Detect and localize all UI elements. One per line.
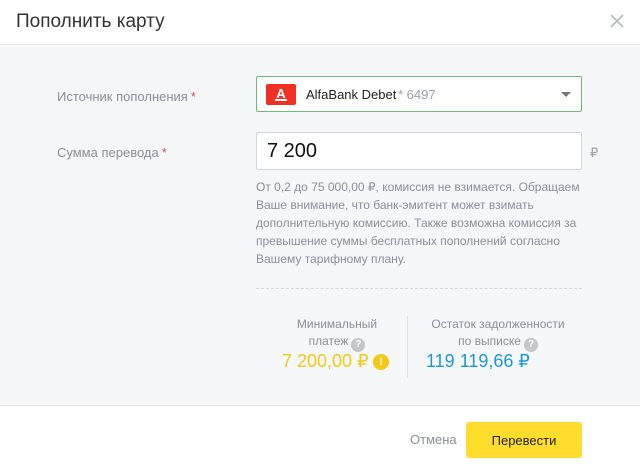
chevron-down-icon[interactable] [561,92,571,97]
commission-hint: От 0,2 до 75 000,00 ₽, комиссия не взима… [256,180,580,266]
required-mark: * [161,145,167,160]
min-payment-label: Минимальный платеж? [296,317,378,352]
card-mask: * 6497 [398,87,436,102]
min-payment-value: 7 200,00 ₽ [282,351,369,371]
source-label: Источник пополнения * [57,89,196,104]
question-icon[interactable]: ? [351,338,366,352]
required-mark: * [190,89,196,104]
close-icon[interactable] [606,10,628,32]
submit-button[interactable]: Перевести [466,422,582,458]
amount-label: Сумма перевода * [57,145,167,160]
dialog-header: Пополнить карту [0,0,640,45]
exclamation-icon[interactable]: ! [373,354,389,370]
debt-balance-value: 119 119,66 ₽ [426,351,530,371]
vertical-separator [407,316,408,378]
divider [256,288,582,289]
dialog-title: Пополнить карту [16,11,165,32]
alfabank-logo-icon: А [266,84,296,105]
currency-sign: ₽ [590,145,599,160]
amount-input[interactable] [256,132,582,170]
topup-dialog: Пополнить карту Источник пополнения * А A… [0,0,640,476]
card-name: AlfaBank Debet [306,87,397,102]
question-icon[interactable]: ? [523,338,538,352]
debt-balance-label: Остаток задолженности по выписке? [431,317,565,352]
cancel-button[interactable]: Отмена [410,432,457,447]
source-card-select[interactable]: А AlfaBank Debet * 6497 [256,76,582,112]
